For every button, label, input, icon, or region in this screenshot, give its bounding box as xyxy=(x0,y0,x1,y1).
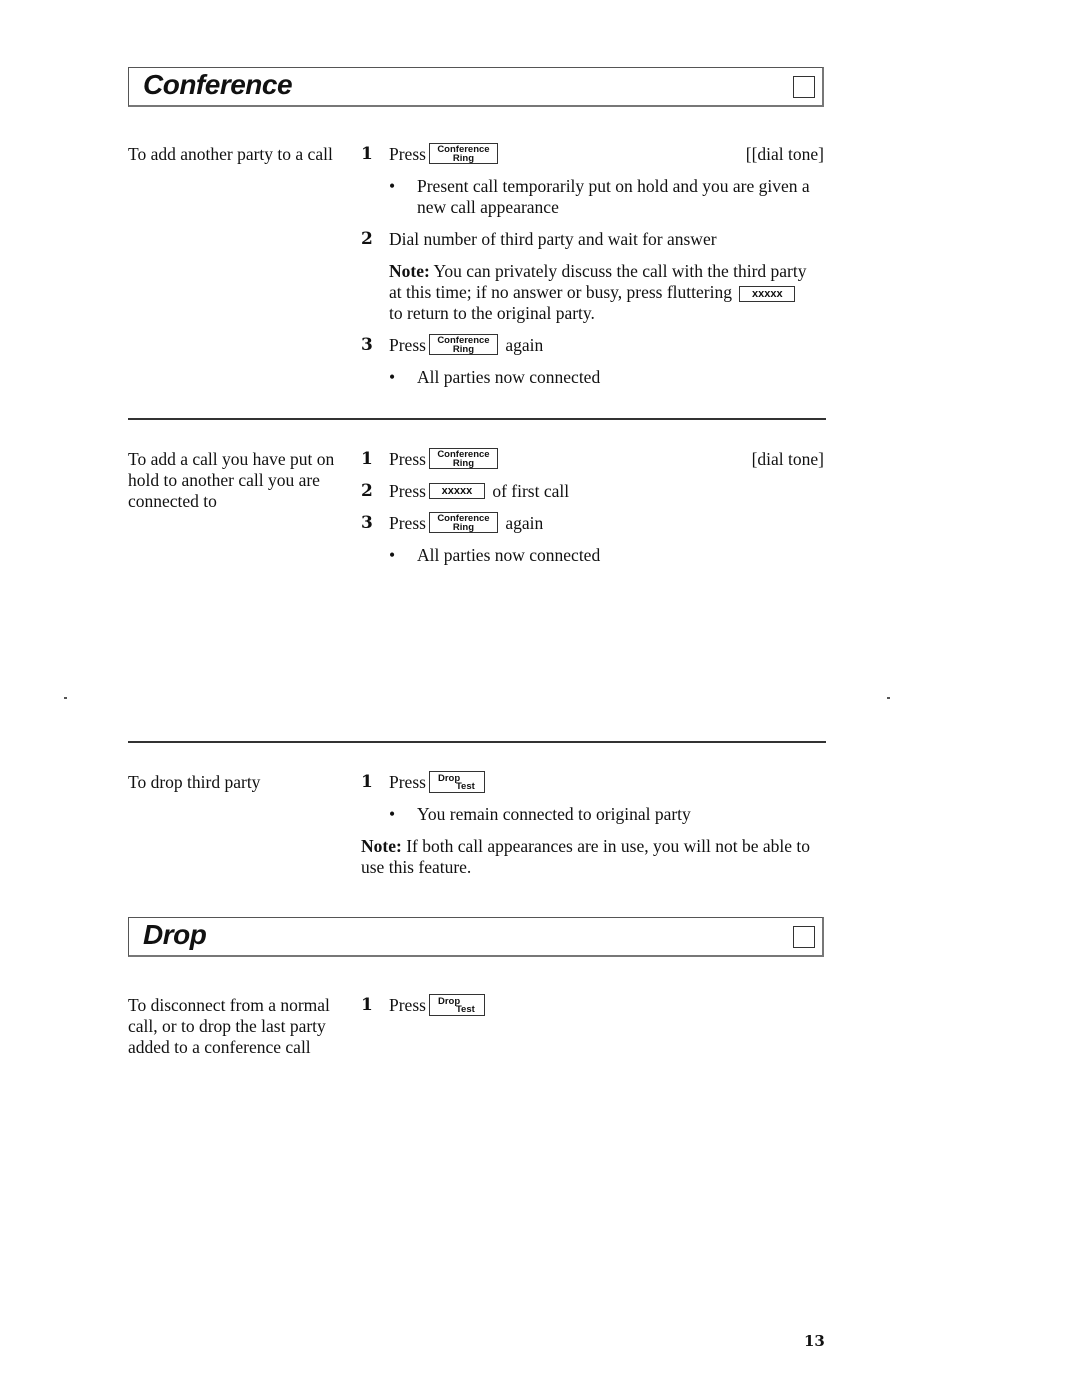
conference-title: Conference xyxy=(143,69,293,100)
step-number: 3 xyxy=(361,335,373,355)
step-1-line: Press Conference Ring xyxy=(389,448,501,471)
bullet-text: You remain connected to original party xyxy=(417,804,691,824)
drop-section-header: Drop xyxy=(128,917,824,957)
step-number: 1 xyxy=(361,144,373,164)
block1-description: To add another party to a call xyxy=(128,144,333,164)
step-number: 2 xyxy=(361,229,373,249)
checkbox-icon xyxy=(793,76,815,98)
note-label: Note: xyxy=(361,836,402,856)
bullet-icon: • xyxy=(389,367,396,387)
checkbox-icon xyxy=(793,926,815,948)
step-1-line: Press Drop Test xyxy=(389,770,488,795)
divider xyxy=(128,741,826,743)
bullet-icon: • xyxy=(389,545,396,565)
press-text: Press xyxy=(389,144,426,164)
note: Note: You can privately discuss the call… xyxy=(389,261,807,323)
step-2-text: Dial number of third party and wait for … xyxy=(389,229,717,249)
step-number: 3 xyxy=(361,513,373,533)
conference-ring-key: Conference Ring xyxy=(428,334,498,356)
dial-tone-label: [dial tone] xyxy=(751,449,824,469)
conference-ring-key: Conference Ring xyxy=(428,448,498,470)
drop-block-description: To disconnect from a normal call, or to … xyxy=(128,995,330,1057)
note: Note: If both call appearances are in us… xyxy=(361,836,810,877)
step-number: 1 xyxy=(361,995,373,1015)
bullet-text: Present call temporarily put on hold and… xyxy=(417,176,810,217)
margin-mark xyxy=(64,697,67,699)
step-number: 1 xyxy=(361,449,373,469)
bullet-icon: • xyxy=(389,176,396,196)
drop-test-key: Drop Test xyxy=(428,993,485,1016)
step-number: 2 xyxy=(361,481,373,501)
block3-description: To drop third party xyxy=(128,772,261,792)
conference-ring-key: Conference Ring xyxy=(428,512,498,534)
step-1-line: Press Conference Ring xyxy=(389,143,501,166)
bullet-text: All parties now connected xyxy=(417,545,601,565)
step-number: 1 xyxy=(361,772,373,792)
step-1-line: Press Drop Test xyxy=(389,993,488,1018)
block2-description: To add a call you have put on hold to an… xyxy=(128,449,335,511)
step-2-line: Press xxxxx of first call xyxy=(389,481,570,501)
divider xyxy=(128,418,826,420)
step-3-line: Press Conference Ring again xyxy=(389,334,544,356)
call-appearance-key: xxxxx xyxy=(739,285,796,302)
bullet-text: All parties now connected xyxy=(417,367,601,387)
note-label: Note: xyxy=(389,261,430,281)
conference-ring-key: Conference Ring xyxy=(428,143,498,165)
bullet-icon: • xyxy=(389,804,396,824)
call-appearance-key: xxxxx xyxy=(428,482,485,499)
conference-section-header: Conference xyxy=(128,67,824,107)
margin-mark xyxy=(887,697,890,699)
drop-test-key: Drop Test xyxy=(428,770,485,793)
page-number: 13 xyxy=(804,1332,825,1350)
dial-tone-label: [[dial tone] xyxy=(745,144,824,164)
step-3-line: Press Conference Ring again xyxy=(389,512,544,534)
drop-title: Drop xyxy=(143,919,207,950)
